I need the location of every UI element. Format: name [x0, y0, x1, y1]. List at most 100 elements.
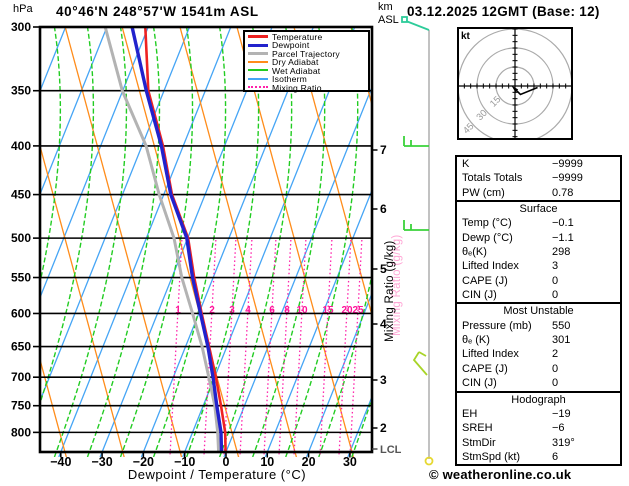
mixing-ratio-value-label: 15 — [322, 305, 334, 316]
legend: Temperature Dewpoint Parcel Trajectory Dry … — [243, 30, 370, 92]
mixing-ratio-value-label: 4 — [245, 305, 251, 316]
table-row: Lifted Index 3 — [457, 259, 620, 273]
skewt-sounding-page: 1 2 3 4 6 8 10 15 20 25 300 350 400 450 500 550 600 650 70… — [0, 0, 629, 486]
indices-table: K −9999 Totals Totals −9999 PW (cm) 0.78 Surfa… — [455, 155, 622, 467]
table-row-value: −1.1 — [552, 231, 574, 244]
table-row-value: 3 — [552, 260, 559, 273]
table-row-value: 6 — [552, 450, 559, 463]
table-row-value: −0.1 — [552, 217, 574, 230]
temperature-tick-label: −40 — [50, 455, 71, 469]
table-row: StmDir 319° — [457, 436, 620, 450]
table-row: SREH −6 — [457, 421, 620, 435]
table-row-value: 0 — [552, 289, 559, 302]
table-row-value: 0 — [552, 274, 559, 287]
table-row-label: CIN (J) — [462, 289, 497, 302]
table-row: CIN (J) 0 — [457, 288, 620, 302]
legend-swatch-mixing-ratio — [248, 86, 268, 89]
mixing-ratio-value-label: 10 — [296, 305, 308, 316]
table-row: CIN (J) 0 — [457, 376, 620, 390]
table-row-value: 298 — [552, 246, 571, 259]
table-section-header: Hodograph — [511, 393, 566, 406]
table-row-label: PW (cm) — [462, 186, 505, 199]
pressure-tick-label: 650 — [11, 340, 31, 354]
table-row-label: θₑ (K) — [462, 334, 490, 347]
altitude-axis-unit: km ASL — [378, 1, 399, 27]
table-row-value: −19 — [552, 407, 571, 420]
pressure-tick-label: 350 — [11, 84, 31, 98]
table-section: Surface Temp (°C) −0.1 Dewp (°C) −1.1 θₑ(K) 29… — [457, 200, 620, 302]
table-row: θₑ (K) 301 — [457, 333, 620, 347]
table-section-header: Most Unstable — [503, 305, 574, 318]
mixing-ratio-value-label: 25 — [352, 305, 364, 316]
table-row-label: SREH — [462, 422, 493, 435]
mixing-ratio-value-label: 3 — [229, 305, 235, 316]
pressure-axis-unit: hPa — [13, 3, 33, 15]
altitude-unit-km: km — [378, 1, 393, 13]
table-row: Dewp (°C) −1.1 — [457, 231, 620, 245]
table-row: Totals Totals −9999 — [457, 171, 620, 185]
table-row: K −9999 — [457, 157, 620, 171]
altitude-unit-asl: ASL — [378, 14, 399, 26]
table-row: EH −19 — [457, 407, 620, 421]
pressure-tick-label: 750 — [11, 399, 31, 413]
table-row-value: 0 — [552, 362, 559, 375]
table-section: Most Unstable Pressure (mb) 550 θₑ (K) 301 Li… — [457, 302, 620, 390]
table-section: Hodograph EH −19 SREH −6 StmDir 319° StmSpd (kt… — [457, 390, 620, 465]
table-row-value: −9999 — [552, 158, 583, 170]
pressure-tick-label: 600 — [11, 306, 31, 320]
legend-label: Mixing Ratio — [272, 82, 322, 93]
pressure-tick-label: 700 — [11, 370, 31, 384]
copyright: © weatheronline.co.uk — [429, 467, 572, 482]
table-row-value: 301 — [552, 334, 571, 347]
datetime-label: 03.12.2025 12GMT (Base: 12) — [407, 4, 600, 19]
table-row-label: Lifted Index — [462, 348, 519, 361]
km-tick-label: 3 — [380, 373, 387, 387]
pressure-tick-label: 500 — [11, 231, 31, 245]
table-row-label: StmDir — [462, 436, 496, 449]
table-row-label: Temp (°C) — [462, 217, 512, 230]
lcl-label: LCL — [380, 444, 402, 456]
legend-swatch-dewpoint — [248, 43, 268, 47]
table-row: Lifted Index 2 — [457, 347, 620, 361]
table-row-label: θₑ(K) — [462, 246, 487, 259]
pressure-tick-label: 300 — [11, 20, 31, 34]
legend-swatch-wet-adiabat — [248, 69, 268, 72]
legend-swatch-parcel-trajectory — [248, 52, 268, 56]
table-row-value: 319° — [552, 436, 575, 449]
pressure-tick-label: 450 — [11, 188, 31, 202]
temperature-axis-label: Dewpoint / Temperature (°C) — [127, 467, 307, 482]
table-row-label: StmSpd (kt) — [462, 450, 521, 463]
table-row-label: Dewp (°C) — [462, 231, 513, 244]
table-row: Pressure (mb) 550 — [457, 319, 620, 333]
mixing-ratio-value-label: 8 — [284, 305, 290, 316]
km-tick-label: 6 — [380, 202, 387, 216]
table-row: CAPE (J) 0 — [457, 362, 620, 376]
mixing-ratio-value-label: 1 — [175, 305, 181, 316]
table-row: CAPE (J) 0 — [457, 274, 620, 288]
table-row-label: Pressure (mb) — [462, 319, 532, 332]
table-row: StmSpd (kt) 6 — [457, 450, 620, 464]
hodograph-unit-label: kt — [461, 31, 471, 42]
table-section-header: Surface — [519, 203, 558, 216]
legend-swatch-temperature — [248, 35, 268, 39]
table-row-value: 2 — [552, 348, 559, 361]
km-tick-label: 7 — [380, 143, 387, 157]
table-row-label: CIN (J) — [462, 377, 497, 390]
table-row-value: 0.78 — [552, 186, 574, 199]
table-row: θₑ(K) 298 — [457, 245, 620, 259]
table-row-label: K — [462, 158, 470, 170]
table-row-value: 0 — [552, 377, 559, 390]
table-row-label: EH — [462, 407, 478, 420]
pressure-tick-label: 800 — [11, 425, 31, 439]
table-row-value: −9999 — [552, 172, 583, 185]
table-row-label: CAPE (J) — [462, 274, 508, 287]
table-row: Temp (°C) −0.1 — [457, 216, 620, 230]
table-row-label: CAPE (J) — [462, 362, 508, 375]
mixing-ratio-value-label: 2 — [209, 305, 215, 316]
pressure-tick-label: 550 — [11, 271, 31, 285]
table-section: K −9999 Totals Totals −9999 PW (cm) 0.78 — [457, 157, 620, 200]
mixing-ratio-value-label: 20 — [341, 305, 353, 316]
pressure-tick-label: 400 — [11, 139, 31, 153]
table-row-value: 550 — [552, 319, 571, 332]
table-row-label: Totals Totals — [462, 172, 523, 185]
